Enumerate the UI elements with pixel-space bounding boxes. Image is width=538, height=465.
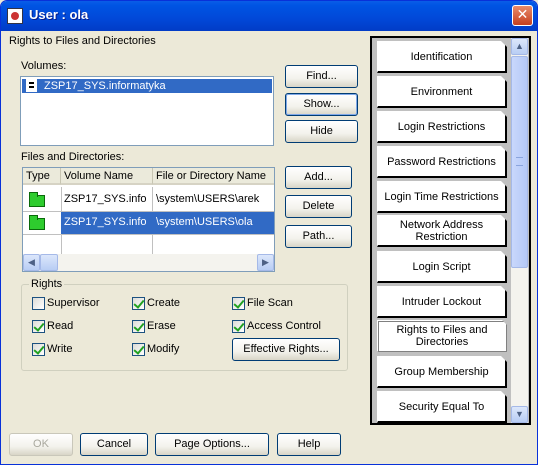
page-tab[interactable]: Password Restrictions bbox=[377, 146, 507, 178]
write-checkbox[interactable] bbox=[32, 343, 45, 356]
add-button[interactable]: Add... bbox=[285, 166, 352, 189]
row-volume: ZSP17_SYS.info bbox=[64, 193, 147, 205]
scroll-thumb[interactable] bbox=[40, 254, 58, 271]
cancel-button[interactable]: Cancel bbox=[80, 433, 148, 456]
page-tab[interactable]: Login Time Restrictions bbox=[377, 181, 507, 213]
row-volume: ZSP17_SYS.info bbox=[64, 216, 147, 228]
erase-checkbox[interactable] bbox=[132, 320, 145, 333]
scroll-up-button[interactable]: ▲ bbox=[511, 38, 528, 55]
window-title: User : ola bbox=[29, 7, 89, 22]
vertical-scrollbar[interactable]: ▲ ▼ bbox=[511, 38, 528, 423]
file-scan-checkbox[interactable] bbox=[232, 297, 245, 310]
close-icon: ✕ bbox=[516, 7, 529, 23]
netware-user-icon bbox=[7, 8, 23, 24]
scroll-left-button[interactable]: ◀ bbox=[23, 254, 40, 271]
page-tab-active[interactable]: Rights to Files and Directories bbox=[377, 320, 508, 352]
arrow-right-icon: ▶ bbox=[262, 257, 269, 267]
effective-rights-button[interactable]: Effective Rights... bbox=[232, 338, 340, 361]
page-tab[interactable]: Login Restrictions bbox=[377, 111, 507, 143]
supervisor-label: Supervisor bbox=[47, 297, 100, 309]
access-control-label: Access Control bbox=[247, 320, 321, 332]
arrow-up-icon: ▲ bbox=[515, 41, 524, 51]
modify-label: Modify bbox=[147, 343, 180, 355]
volumes-label: Volumes: bbox=[21, 60, 67, 72]
table-row[interactable]: ZSP17_SYS.info \system\USERS\arek bbox=[23, 189, 274, 211]
page-tab[interactable]: Environment bbox=[377, 76, 507, 108]
ok-button[interactable]: OK bbox=[9, 433, 73, 456]
path-button[interactable]: Path... bbox=[285, 225, 352, 248]
page-tab[interactable]: Intruder Lockout bbox=[377, 286, 507, 318]
files-label: Files and Directories: bbox=[21, 151, 125, 163]
scroll-right-button[interactable]: ▶ bbox=[257, 254, 274, 271]
scroll-thumb[interactable] bbox=[511, 56, 528, 268]
disk-icon bbox=[26, 79, 37, 92]
page-tab[interactable]: Network Address Restriction bbox=[377, 215, 507, 247]
page-tab[interactable]: Identification bbox=[377, 41, 507, 73]
help-button[interactable]: Help bbox=[277, 433, 341, 456]
hide-button[interactable]: Hide bbox=[285, 120, 358, 143]
read-checkbox[interactable] bbox=[32, 320, 45, 333]
user-dialog-window: User : ola ✕ Rights to Files and Directo… bbox=[0, 0, 538, 465]
volume-item-label: ZSP17_SYS.informatyka bbox=[44, 80, 166, 92]
modify-checkbox[interactable] bbox=[132, 343, 145, 356]
files-table[interactable]: Type Volume Name File or Directory Name … bbox=[22, 167, 275, 272]
section-title: Rights to Files and Directories bbox=[9, 35, 156, 47]
page-tab[interactable]: Security Equal To bbox=[377, 391, 507, 423]
file-scan-label: File Scan bbox=[247, 297, 293, 309]
row-path: \system\USERS\ola bbox=[156, 216, 253, 228]
row-path: \system\USERS\arek bbox=[156, 193, 260, 205]
arrow-left-icon: ◀ bbox=[28, 257, 35, 267]
volume-item[interactable]: ZSP17_SYS.informatyka bbox=[22, 79, 272, 93]
volumes-list[interactable]: ZSP17_SYS.informatyka bbox=[20, 76, 274, 146]
arrow-down-icon: ▼ bbox=[515, 409, 524, 419]
page-options-button[interactable]: Page Options... bbox=[155, 433, 269, 456]
rights-legend: Rights bbox=[29, 278, 65, 290]
title-bar[interactable]: User : ola ✕ bbox=[1, 1, 537, 31]
folder-icon bbox=[29, 215, 45, 230]
column-path[interactable]: File or Directory Name bbox=[153, 168, 274, 185]
column-type[interactable]: Type bbox=[23, 168, 61, 185]
erase-label: Erase bbox=[147, 320, 176, 332]
create-label: Create bbox=[147, 297, 181, 309]
delete-button[interactable]: Delete bbox=[285, 195, 352, 218]
supervisor-checkbox[interactable] bbox=[32, 297, 45, 310]
folder-icon bbox=[29, 192, 45, 207]
grid-line bbox=[23, 234, 274, 235]
table-row-selected[interactable]: ZSP17_SYS.info \system\USERS\ola bbox=[23, 212, 274, 234]
read-label: Read bbox=[47, 320, 74, 332]
close-button[interactable]: ✕ bbox=[512, 5, 533, 26]
find-button[interactable]: Find... bbox=[285, 65, 358, 88]
create-checkbox[interactable] bbox=[132, 297, 145, 310]
page-tab[interactable]: Group Membership bbox=[377, 356, 507, 388]
write-label: Write bbox=[47, 343, 73, 355]
show-button[interactable]: Show... bbox=[285, 93, 358, 116]
access-control-checkbox[interactable] bbox=[232, 320, 245, 333]
horizontal-scrollbar[interactable]: ◀ ▶ bbox=[23, 254, 274, 271]
page-tab[interactable]: Login Script bbox=[377, 251, 507, 283]
page-tabs-panel: Identification Environment Login Restric… bbox=[370, 36, 531, 425]
column-volume-name[interactable]: Volume Name bbox=[61, 168, 153, 185]
scroll-down-button[interactable]: ▼ bbox=[511, 406, 528, 423]
